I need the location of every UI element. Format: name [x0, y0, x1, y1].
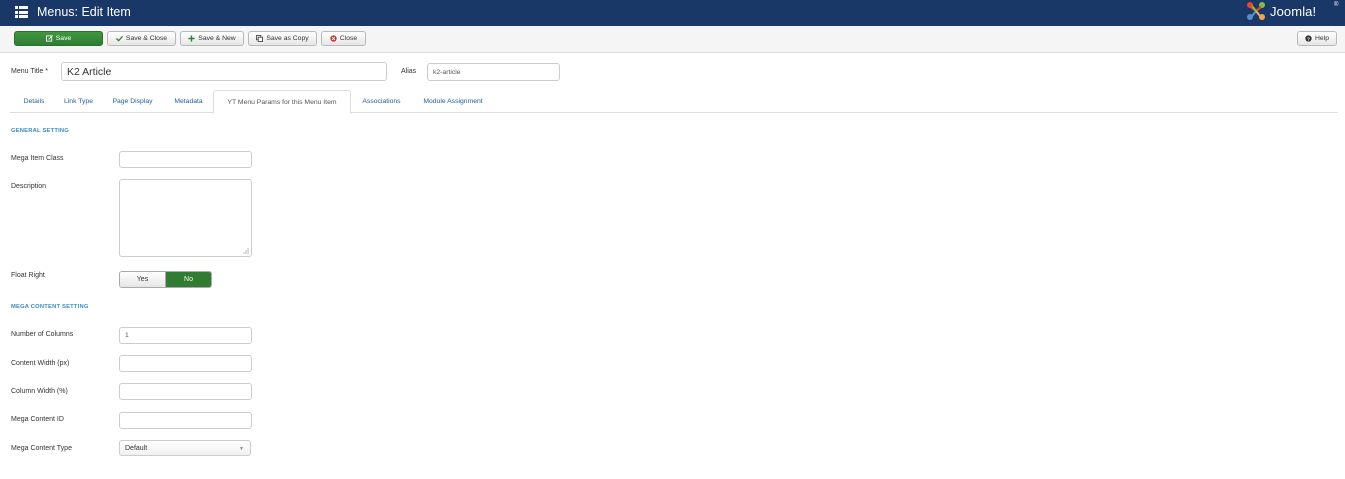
menu-icon[interactable]	[15, 6, 28, 18]
tab-associations[interactable]: Associations	[351, 90, 412, 113]
save-close-button[interactable]: Save & Close	[107, 31, 176, 46]
joomla-logo-icon	[1247, 2, 1265, 20]
logo-registered-mark: ®	[1334, 2, 1339, 8]
content-width-input[interactable]	[119, 355, 252, 372]
tab-label: Associations	[362, 98, 401, 105]
copy-icon	[256, 35, 264, 42]
column-width-input[interactable]	[119, 383, 252, 400]
save-copy-label: Save as Copy	[266, 35, 309, 42]
tab-label: Page Display	[112, 98, 153, 105]
resize-grip-icon[interactable]	[242, 247, 249, 254]
alias-input[interactable]: k2-article	[427, 63, 560, 81]
tab-label: Link Type	[64, 98, 93, 105]
tab-label: Metadata	[174, 98, 203, 105]
svg-text:?: ?	[1307, 36, 1310, 42]
help-button[interactable]: ? Help	[1297, 31, 1337, 46]
page-title: Menus: Edit Item	[37, 5, 131, 19]
description-textarea[interactable]	[119, 179, 252, 257]
tab-metadata[interactable]: Metadata	[164, 90, 213, 113]
chevron-down-icon: ▼	[239, 446, 244, 452]
tab-details[interactable]: Details	[12, 90, 56, 113]
tab-page-display[interactable]: Page Display	[101, 90, 164, 113]
checkmark-icon	[115, 35, 123, 42]
mega-item-class-input[interactable]	[119, 151, 252, 168]
save-close-label: Save & Close	[125, 35, 168, 42]
menu-title-input[interactable]: K2 Article	[61, 62, 387, 81]
top-header: Menus: Edit Item Joomla! ®	[0, 0, 1345, 26]
mega-content-type-value: Default	[125, 444, 148, 452]
tab-module-assignment[interactable]: Module Assignment	[412, 90, 494, 113]
plus-icon	[188, 35, 195, 42]
number-of-columns-input[interactable]: 1	[119, 327, 252, 344]
mega-content-type-select[interactable]: Default ▼	[119, 440, 251, 456]
tab-label: Module Assignment	[423, 98, 483, 105]
mega-content-id-input[interactable]	[119, 412, 252, 429]
cancel-circle-icon	[330, 35, 337, 42]
menu-title-label: Menu Title *	[11, 68, 48, 75]
logo-text: Joomla!	[1270, 4, 1317, 19]
close-button[interactable]: Close	[321, 31, 366, 46]
save-button[interactable]: Save	[14, 31, 103, 46]
float-right-label: Float Right	[11, 272, 45, 279]
tab-label: YT Menu Params for this Menu Item	[227, 98, 337, 106]
save-label: Save	[55, 35, 72, 42]
float-right-no-button[interactable]: No	[166, 272, 211, 287]
float-right-yes-button[interactable]: Yes	[120, 272, 166, 287]
help-label: Help	[1315, 35, 1329, 42]
number-of-columns-label: Number of Columns	[11, 331, 74, 338]
float-right-toggle: Yes No	[119, 271, 212, 288]
toolbar: Save Save & Close Save & New Save as Cop…	[0, 26, 1345, 53]
save-copy-button[interactable]: Save as Copy	[248, 31, 317, 46]
mega-item-class-label: Mega Item Class	[11, 155, 64, 162]
save-new-label: Save & New	[198, 35, 236, 42]
column-width-label: Column Width (%)	[11, 388, 68, 395]
mega-content-type-label: Mega Content Type	[11, 445, 72, 452]
mega-content-setting-heading: MEGA CONTENT SETTING	[11, 304, 89, 310]
general-setting-heading: GENERAL SETTING	[11, 128, 69, 134]
question-circle-icon: ?	[1305, 35, 1312, 42]
content-width-label: Content Width (px)	[11, 360, 70, 367]
close-label: Close	[339, 35, 358, 42]
description-label: Description	[11, 183, 47, 190]
edit-icon	[45, 35, 53, 42]
tab-yt-menu-params[interactable]: YT Menu Params for this Menu Item	[213, 90, 351, 114]
mega-content-id-label: Mega Content ID	[11, 416, 64, 423]
tab-label: Details	[23, 98, 45, 105]
tab-link-type[interactable]: Link Type	[56, 90, 101, 113]
alias-label: Alias	[401, 68, 417, 75]
tab-bar: Details Link Type Page Display Metadata …	[10, 90, 1338, 114]
save-new-button[interactable]: Save & New	[180, 31, 244, 46]
